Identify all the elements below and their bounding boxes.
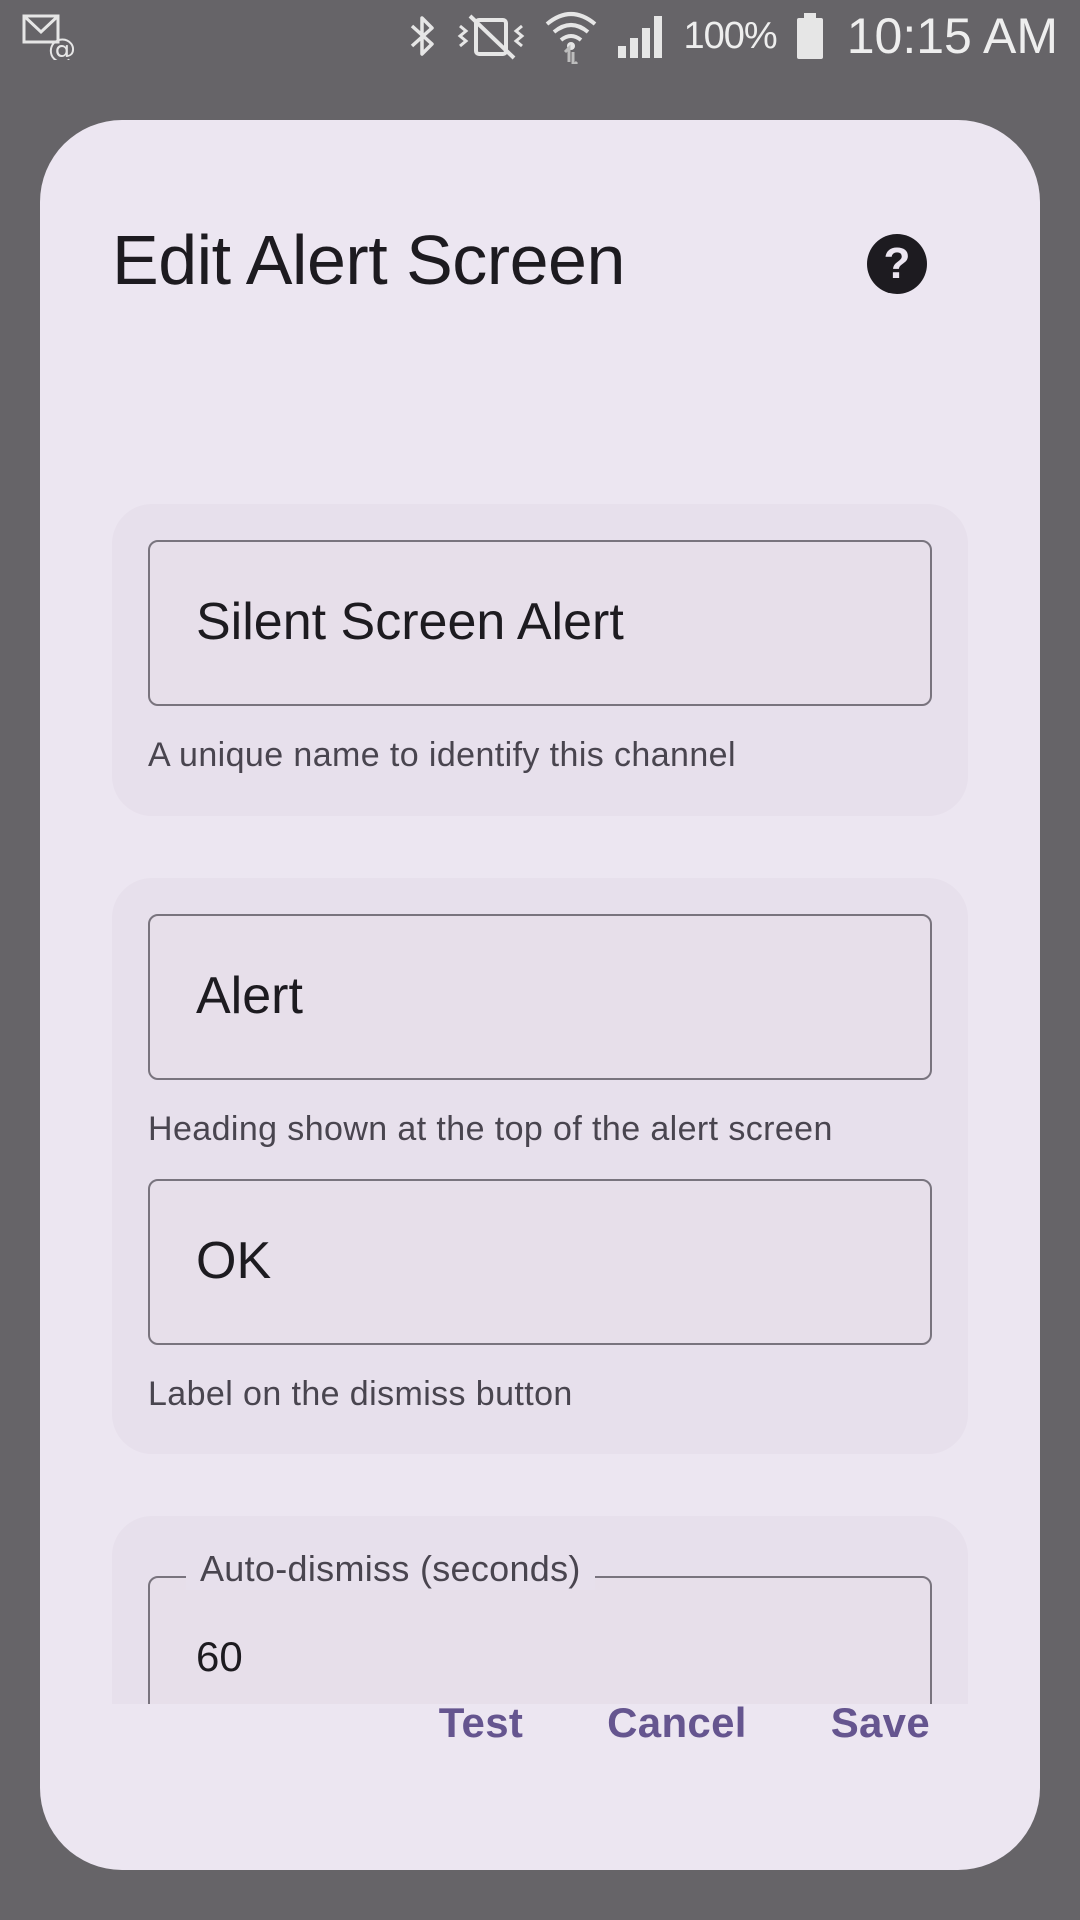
dismiss-label-supporting-text: Label on the dismiss button bbox=[148, 1375, 573, 1413]
clock: 10:15 AM bbox=[846, 8, 1058, 64]
battery-icon bbox=[796, 13, 823, 59]
channel-name-value: Silent Screen Alert bbox=[196, 593, 624, 651]
dismiss-label-value: OK bbox=[196, 1232, 272, 1290]
vibrate-mute-icon bbox=[457, 14, 524, 60]
bluetooth-icon bbox=[410, 16, 434, 56]
email-notification-icon: @ bbox=[22, 14, 74, 60]
cancel-button[interactable]: Cancel bbox=[607, 1699, 747, 1747]
auto-dismiss-value: 60 bbox=[196, 1633, 243, 1680]
help-icon: ? bbox=[883, 239, 911, 288]
dialog-scroll-content[interactable]: Silent Screen Alert A unique name to ide… bbox=[40, 380, 1040, 1704]
dismiss-label-field[interactable]: OK bbox=[148, 1179, 932, 1345]
signal-icon bbox=[617, 16, 662, 58]
dialog-actions: Test Cancel Save bbox=[439, 1688, 930, 1758]
auto-dismiss-field[interactable]: Auto-dismiss (seconds) 60 bbox=[148, 1548, 932, 1704]
dialog-title: Edit Alert Screen bbox=[112, 221, 625, 299]
heading-field[interactable]: Alert bbox=[148, 914, 932, 1080]
svg-text:@: @ bbox=[48, 32, 74, 60]
name-card: Silent Screen Alert A unique name to ide… bbox=[112, 504, 968, 816]
channel-name-supporting-text: A unique name to identify this channel bbox=[148, 736, 736, 774]
channel-name-field[interactable]: Silent Screen Alert bbox=[148, 540, 932, 706]
edit-alert-dialog: Edit Alert Screen ? Silent Screen Alert … bbox=[40, 120, 1040, 1870]
wifi-icon bbox=[545, 12, 596, 64]
test-button[interactable]: Test bbox=[439, 1699, 523, 1747]
alert-text-card: Alert Heading shown at the top of the al… bbox=[112, 878, 968, 1454]
auto-dismiss-label: Auto-dismiss (seconds) bbox=[186, 1548, 595, 1590]
heading-supporting-text: Heading shown at the top of the alert sc… bbox=[148, 1110, 833, 1148]
help-button[interactable]: ? bbox=[867, 234, 927, 294]
auto-dismiss-card: Auto-dismiss (seconds) 60 bbox=[112, 1516, 968, 1704]
status-bar: @ 100% 10:15 AM bbox=[0, 0, 1080, 72]
save-button[interactable]: Save bbox=[831, 1699, 930, 1747]
battery-percent: 100% bbox=[683, 14, 778, 57]
heading-value: Alert bbox=[196, 967, 303, 1025]
